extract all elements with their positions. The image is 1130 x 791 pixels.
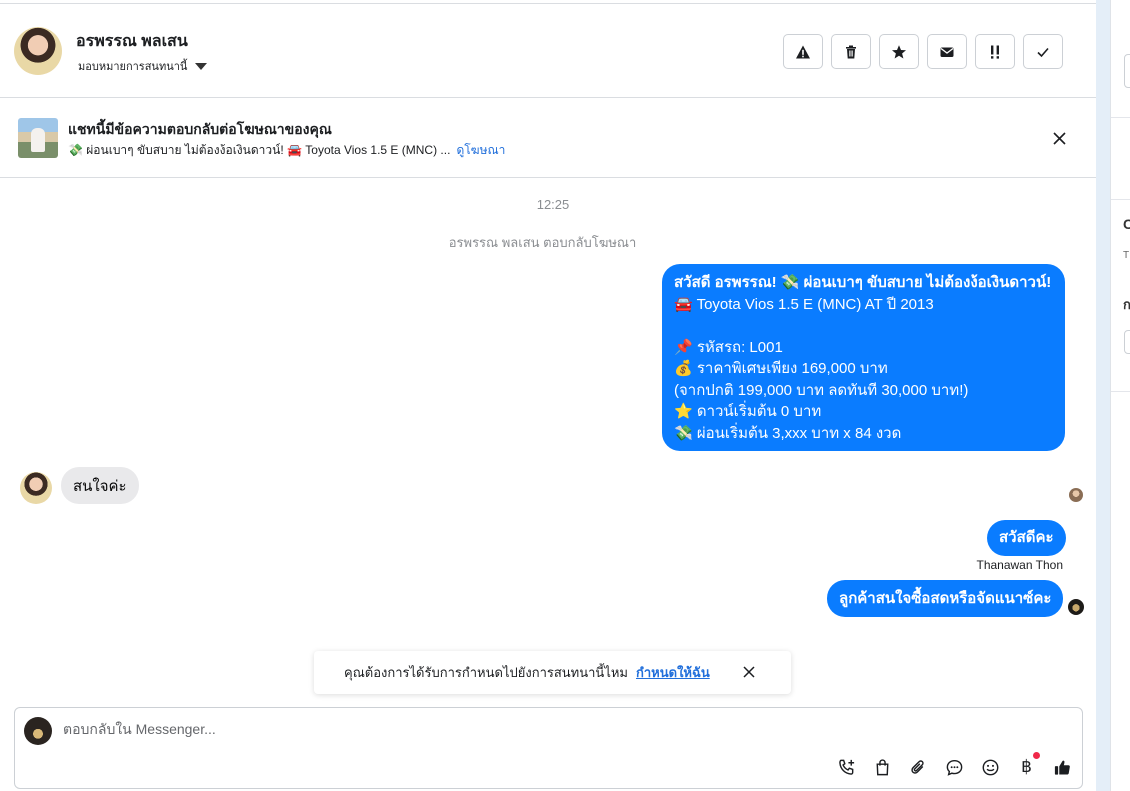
close-banner-button[interactable] xyxy=(1049,128,1069,148)
reply-input[interactable] xyxy=(63,721,763,737)
close-icon[interactable] xyxy=(742,665,756,679)
shopping-bag-icon xyxy=(876,758,889,775)
details-button[interactable] xyxy=(1124,54,1130,88)
composer-tools: ฿ xyxy=(833,752,1076,779)
details-select[interactable] xyxy=(1124,330,1130,354)
emoji-icon xyxy=(982,759,999,775)
sender-avatar[interactable] xyxy=(20,472,52,504)
envelope-icon xyxy=(940,47,954,57)
paperclip-icon xyxy=(911,759,924,774)
details-section xyxy=(1111,200,1130,392)
details-section xyxy=(1111,118,1130,200)
trash-icon xyxy=(846,45,856,58)
close-icon xyxy=(1052,131,1066,145)
message-line: 📌 รหัสรถ: L001 xyxy=(674,338,783,356)
outgoing-message[interactable]: สวัสดีคะ xyxy=(987,520,1066,556)
system-note: อรพรรณ พลเสน ตอบกลับโฆษณา xyxy=(448,235,637,250)
message-timestamp: 12:25 xyxy=(536,197,570,212)
outgoing-ad-message[interactable]: สวัสดี อรพรรณ! 💸 ผ่อนเบาๆ ขับสบาย ไม่ต้อ… xyxy=(662,264,1065,451)
delete-button[interactable] xyxy=(831,34,871,69)
call-button[interactable] xyxy=(833,755,860,779)
mark-spam-button[interactable] xyxy=(783,34,823,69)
contact-avatar[interactable] xyxy=(14,27,62,75)
header-actions xyxy=(783,34,1063,69)
contact-details-panel: C T ก xyxy=(1110,0,1130,791)
assign-conversation-dropdown[interactable]: มอบหมายการสนทนานี้ xyxy=(78,57,208,75)
page-avatar xyxy=(24,717,52,745)
like-button[interactable] xyxy=(1049,755,1076,779)
ad-thumbnail[interactable] xyxy=(18,118,58,158)
outgoing-message[interactable]: ลูกค้าสนใจซื้อสดหรือจัดแนาซ์คะ xyxy=(827,580,1064,617)
message-line: 🚘 Toyota Vios 1.5 E (MNC) AT ปี 2013 xyxy=(674,295,934,313)
seen-avatar xyxy=(1068,599,1084,615)
conversation-header: อรพรรณ พลเสน มอบหมายการสนทนานี้ xyxy=(0,4,1096,98)
view-ad-link[interactable]: ดูโฆษณา xyxy=(456,141,505,160)
mark-done-button[interactable] xyxy=(1023,34,1063,69)
message-line: สวัสดี อรพรรณ! 💸 ผ่อนเบาๆ ขับสบาย ไม่ต้อ… xyxy=(674,274,1052,291)
message-composer: ฿ xyxy=(14,707,1083,789)
attach-button[interactable] xyxy=(905,755,932,779)
follow-up-icon xyxy=(991,45,999,59)
conversation-pane: อรพรรณ พลเสน มอบหมายการสนทนานี้ แชทนี้มี… xyxy=(0,0,1096,791)
message-line: ⭐ ดาวน์เริ่มต้น 0 บาท xyxy=(674,403,822,420)
ad-snippet: 💸 ผ่อนเบาๆ ขับสบาย ไม่ต้องง้อเงินดาวน์! … xyxy=(68,143,451,157)
assign-label: มอบหมายการสนทนานี้ xyxy=(78,61,188,73)
thumbs-up-icon xyxy=(1054,760,1070,775)
check-icon xyxy=(1037,47,1049,57)
contact-name[interactable]: อรพรรณ พลเสน xyxy=(76,29,188,54)
caret-down-icon xyxy=(195,62,208,70)
reminder-text: คุณต้องการได้รับการกำหนดไปยังการสนทนานี้… xyxy=(344,665,628,680)
emoji-button[interactable] xyxy=(977,755,1004,779)
message-line: 💸 ผ่อนเริ่มต้น 3,xxx บาท x 84 งวด xyxy=(674,424,902,442)
ad-reply-banner: แชทนี้มีข้อความตอบกลับต่อโฆษณาของคุณ 💸 ผ… xyxy=(0,98,1096,178)
details-section xyxy=(1111,0,1130,118)
assignment-reminder: คุณต้องการได้รับการกำหนดไปยังการสนทนานี้… xyxy=(314,651,791,694)
seen-avatar xyxy=(1069,488,1083,502)
ad-banner-title: แชทนี้มีข้อความตอบกลับต่อโฆษณาของคุณ xyxy=(68,121,332,137)
shop-button[interactable] xyxy=(869,755,896,779)
notification-dot xyxy=(1033,752,1040,759)
payment-button[interactable]: ฿ xyxy=(1013,752,1040,779)
message-line xyxy=(674,315,1053,337)
ad-banner-subtitle: 💸 ผ่อนเบาๆ ขับสบาย ไม่ต้องง้อเงินดาวน์! … xyxy=(68,141,505,160)
message-line: (จากปกติ 199,000 บาท ลดทันที 30,000 บาท!… xyxy=(674,381,969,399)
star-button[interactable] xyxy=(879,34,919,69)
mark-unread-button[interactable] xyxy=(927,34,967,69)
saved-replies-button[interactable] xyxy=(941,755,968,779)
star-icon xyxy=(892,44,906,58)
baht-icon: ฿ xyxy=(1021,757,1032,776)
message-line: 💰 ราคาพิเศษเพียง 169,000 บาท xyxy=(674,360,888,377)
reply-sender-name: Thanawan Thon xyxy=(976,558,1063,572)
assign-to-me-link[interactable]: กำหนดให้ฉัน xyxy=(636,662,710,683)
incoming-message[interactable]: สนใจค่ะ xyxy=(61,467,139,504)
call-add-icon xyxy=(839,759,855,775)
panel-divider-strip xyxy=(1096,0,1110,791)
warning-icon xyxy=(796,45,810,58)
chat-bubble-icon xyxy=(946,759,963,776)
follow-up-button[interactable] xyxy=(975,34,1015,69)
